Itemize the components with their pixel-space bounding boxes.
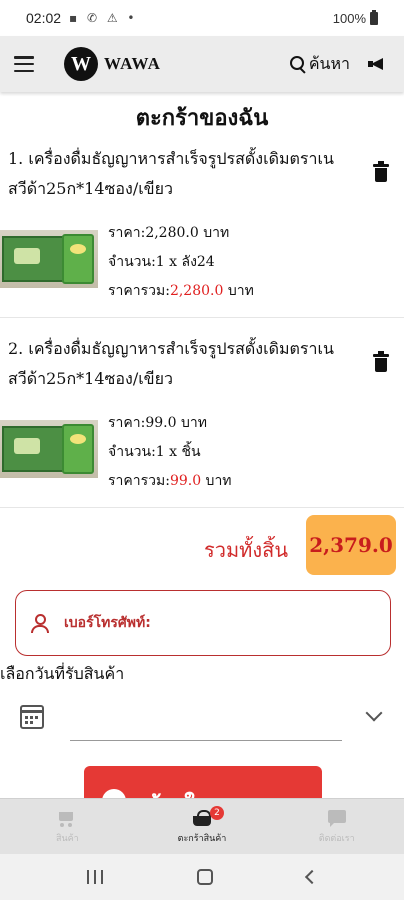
search-icon [289,55,307,73]
wawa-logo-icon: W [64,47,98,81]
app-logo-text: WAWA [104,54,161,73]
calendar-icon[interactable] [20,705,44,729]
chat-icon [327,809,347,827]
status-right: 100% [332,9,378,26]
status-time: 02:02 [26,10,62,26]
basket-icon [192,809,212,827]
search-label: ค้นหา [308,53,350,73]
megaphone-icon[interactable] [368,55,390,73]
nav-basket[interactable]: ตะกร้าสินค้า [135,799,270,854]
total-row: รวมทั้งสิ้น 2,379.0 [0,510,404,580]
chevron-down-icon[interactable] [365,704,383,722]
item-name: 2. เครื่องดื่มธัญญาหารสำเร็จรูปรสดั้งเดิ… [8,339,334,388]
trash-icon[interactable] [373,161,389,182]
page-title: ตะกร้าของฉัน [135,106,269,131]
item-total-suffix: บาท [201,473,232,489]
menu-icon[interactable] [14,56,34,72]
item-price: ราคา:99.0 บาท [108,415,207,431]
notification-icons: ▪ ✆ ⚠ • [69,11,138,25]
nav-contact[interactable]: ติดต่อเรา [269,799,404,854]
system-nav-bar [0,854,404,900]
item-quantity: จำนวน:1 x ชิ้น [108,444,201,460]
item-total: ราคารวม:99.0 บาท [108,470,232,492]
back-icon[interactable] [304,869,320,885]
item-total-suffix: บาท [223,283,254,299]
item-total-prefix: ราคารวม: [108,473,170,489]
grand-total-value: 2,379.0 [306,515,396,575]
cart-count-badge: 2 [210,806,224,820]
product-image [0,420,98,478]
item-quantity: จำนวน:1 x ลัง24 [108,254,215,270]
item-total-value: 99.0 [169,473,202,489]
person-icon [30,614,49,633]
phone-field[interactable]: เบอร์โทรศัพท์: [15,590,391,656]
nav-contact-label: ติดต่อเรา [318,833,355,844]
nav-products-label: สินค้า [55,833,79,844]
cart-item: 1. เครื่องดื่มธัญญาหารสำเร็จรูปรสดั้งเดิ… [0,140,404,318]
status-bar: 02:02 ▪ ✆ ⚠ • 100% [0,0,404,36]
app-bar: W WAWA ค้นหา [0,36,404,92]
date-input[interactable] [70,740,342,741]
item-total: ราคารวม:2,280.0 บาท [108,280,254,302]
battery-percent: 100% [332,10,366,26]
search-button[interactable]: ค้นหา [289,52,350,77]
home-icon[interactable] [197,869,213,885]
recents-icon[interactable] [87,870,103,884]
grand-total-label: รวมทั้งสิ้น [204,538,288,562]
item-price: ราคา:2,280.0 บาท [108,225,230,241]
bottom-nav: สินค้า ตะกร้าสินค้า ติดต่อเรา 2 [0,798,404,854]
cart-icon [57,809,77,827]
trash-icon[interactable] [373,351,389,372]
item-total-prefix: ราคารวม: [108,283,170,299]
nav-products[interactable]: สินค้า [0,799,135,854]
date-label: เลือกวันที่รับสินค้า [0,664,125,683]
product-image [0,230,98,288]
item-name: 1. เครื่องดื่มธัญญาหารสำเร็จรูปรสดั้งเดิ… [8,149,334,198]
item-total-value: 2,280.0 [169,283,224,299]
phone-placeholder: เบอร์โทรศัพท์: [64,615,151,631]
cart-item: 2. เครื่องดื่มธัญญาหารสำเร็จรูปรสดั้งเดิ… [0,330,404,508]
battery-icon [370,9,378,25]
nav-basket-label: ตะกร้าสินค้า [177,833,227,844]
